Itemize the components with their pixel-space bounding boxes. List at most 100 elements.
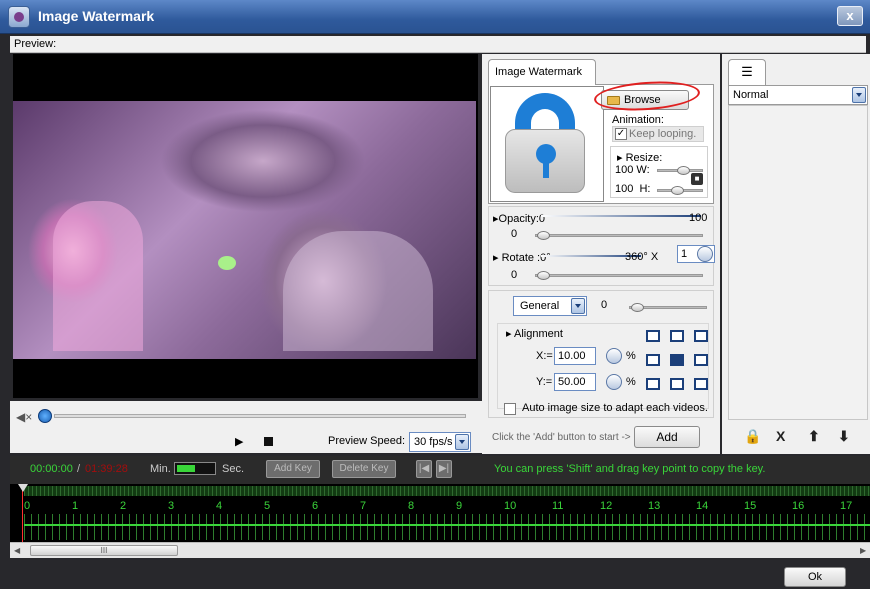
y-spinner-icon[interactable] — [606, 374, 622, 390]
total-time: 01:39:28 — [85, 463, 128, 475]
general-value: 0 — [601, 299, 608, 311]
autosize-label: Auto image size to adapt each videos. — [522, 402, 708, 414]
key-hint: You can press 'Shift' and drag key point… — [494, 463, 766, 475]
video-figure — [283, 231, 433, 351]
min-label: Min. — [150, 463, 171, 475]
tab-layers[interactable]: ☰ — [728, 59, 766, 85]
video-preview — [13, 54, 478, 398]
play-icon[interactable]: ▶ — [235, 435, 243, 448]
keyframe-track[interactable] — [24, 486, 870, 496]
opacity-max: 100 — [689, 212, 708, 224]
y-value: 50.00 — [558, 376, 586, 388]
resize-group: ▸ Resize: 100 W: 100 H: ■ — [610, 146, 708, 198]
keyhole — [536, 144, 556, 178]
delete-key-button[interactable]: Delete Key — [332, 460, 396, 478]
spinner-icon[interactable] — [697, 246, 713, 262]
scroll-right-icon[interactable]: ▶ — [860, 546, 866, 555]
add-button[interactable]: Add — [634, 426, 700, 448]
video-figure — [53, 201, 143, 351]
seek-track[interactable] — [54, 414, 466, 418]
lock-icon[interactable]: 🔒 — [744, 428, 761, 445]
align-top-right-icon[interactable] — [694, 330, 708, 342]
timeline-track[interactable]: 0 1 2 3 4 5 6 7 8 9 10 11 12 13 14 15 16 17 — [10, 484, 870, 542]
window-title: Image Watermark — [38, 8, 155, 24]
rotate-count-field[interactable]: 1 — [677, 245, 715, 263]
resize-label: ▸ Resize: — [617, 152, 663, 164]
stop-icon[interactable] — [264, 437, 273, 446]
watermark-image-preview — [490, 86, 604, 202]
watermark-list[interactable] — [728, 105, 868, 420]
chevron-down-icon[interactable] — [571, 298, 585, 314]
playhead-handle-icon[interactable] — [18, 484, 28, 492]
scroll-thumb[interactable]: III — [30, 545, 178, 556]
add-key-button[interactable]: Add Key — [266, 460, 320, 478]
seek-bar: ◀× — [10, 401, 482, 431]
timeline-toolbar: 00:00:00 / 01:39:28 Min. Sec. Add Key De… — [10, 456, 870, 484]
align-bottom-right-icon[interactable] — [694, 378, 708, 390]
rotate-max: 360° X — [625, 251, 659, 263]
tick-label: 0 — [24, 500, 31, 512]
unit-toggle[interactable] — [174, 462, 216, 475]
tick-label: 13 — [648, 500, 661, 512]
general-slider-thumb[interactable] — [631, 303, 644, 312]
next-key-icon[interactable]: ▶| — [436, 460, 452, 478]
video-frame — [13, 101, 476, 359]
prev-key-icon[interactable]: |◀ — [416, 460, 432, 478]
speed-select[interactable]: 30 fps/s — [409, 432, 471, 452]
autosize-checkbox[interactable] — [504, 403, 516, 415]
x-spinner-icon[interactable] — [606, 348, 622, 364]
tick-label: 14 — [696, 500, 709, 512]
y-label: Y:= — [536, 376, 553, 388]
keep-looping-checkbox[interactable]: ✓ — [615, 128, 627, 140]
speed-label: Preview Speed: — [328, 435, 406, 447]
tick-label: 15 — [744, 500, 757, 512]
move-up-icon[interactable]: ⬆ — [808, 428, 820, 445]
x-field[interactable]: 10.00 — [554, 347, 596, 365]
rotate-slider-track[interactable] — [535, 274, 703, 277]
ok-button[interactable]: Ok — [784, 567, 846, 587]
close-button[interactable]: x — [837, 6, 863, 26]
align-middle-right-icon[interactable] — [694, 354, 708, 366]
general-select[interactable]: General — [513, 296, 587, 316]
animation-label: Animation: — [612, 114, 664, 126]
opacity-rotate-group: ▸Opacity:0 100 0 ▸ Rotate :0° 360° X 1 0 — [488, 206, 715, 286]
ruler-line — [24, 524, 870, 526]
y-percent: % — [626, 376, 636, 388]
tick-label: 9 — [456, 500, 463, 512]
lock-body — [505, 129, 585, 193]
opacity-slider-thumb[interactable] — [537, 231, 550, 240]
add-hint: Click the 'Add' button to start -> — [492, 432, 631, 443]
alignment-box: ▸ Alignment X:= 10.00 % Y:= 50.00 % — [497, 323, 709, 409]
chevron-down-icon[interactable] — [455, 434, 469, 450]
opacity-label: ▸Opacity:0 — [493, 213, 546, 225]
tick-label: 11 — [552, 500, 564, 512]
y-field[interactable]: 50.00 — [554, 373, 596, 391]
playhead[interactable] — [22, 484, 23, 542]
height-slider-thumb[interactable] — [671, 186, 684, 195]
align-top-center-icon[interactable] — [670, 330, 684, 342]
move-down-icon[interactable]: ⬇ — [838, 428, 850, 445]
align-center-icon[interactable] — [670, 354, 684, 366]
watermark-list-panel: ☰ Normal 🔒 X ⬆ ⬇ — [722, 54, 870, 454]
seek-thumb[interactable] — [38, 409, 52, 423]
lock-ratio-icon[interactable]: ■ — [691, 173, 703, 185]
align-bottom-center-icon[interactable] — [670, 378, 684, 390]
tick-label: 1 — [72, 500, 79, 512]
keep-looping-label: Keep looping. — [629, 128, 697, 140]
width-slider-thumb[interactable] — [677, 166, 690, 175]
horizontal-scrollbar[interactable]: ◀ III ▶ — [10, 542, 870, 558]
opacity-slider-track[interactable] — [535, 234, 703, 237]
scroll-left-icon[interactable]: ◀ — [14, 546, 20, 555]
align-middle-left-icon[interactable] — [646, 354, 660, 366]
align-top-left-icon[interactable] — [646, 330, 660, 342]
volume-icon[interactable]: ◀× — [16, 410, 32, 424]
chevron-down-icon[interactable] — [852, 87, 866, 103]
rotate-slider-thumb[interactable] — [537, 271, 550, 280]
delete-icon[interactable]: X — [776, 428, 785, 444]
blend-mode-select[interactable]: Normal — [728, 85, 868, 105]
layers-icon: ☰ — [741, 64, 753, 79]
tick-label: 8 — [408, 500, 415, 512]
align-bottom-left-icon[interactable] — [646, 378, 660, 390]
tab-image-watermark[interactable]: Image Watermark — [488, 59, 596, 85]
position-group: General 0 ▸ Alignment X:= 10.00 % Y:= 50… — [488, 290, 714, 418]
